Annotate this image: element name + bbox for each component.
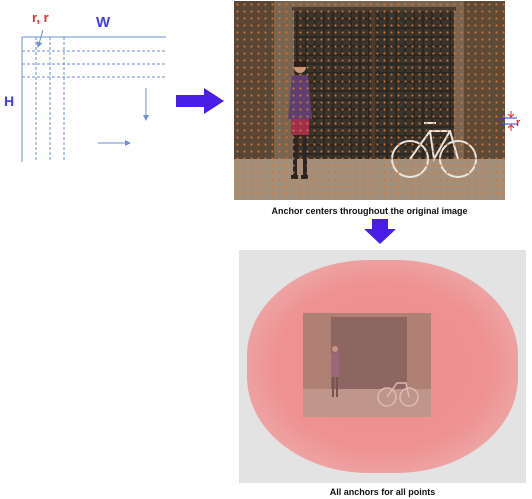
down-arrow-icon (364, 219, 396, 244)
anchors-caption: All anchors for all points (329, 487, 436, 497)
grid-diagram: r, r W H (0, 0, 175, 175)
photo-with-anchor-centers (234, 1, 505, 200)
grid-lines (21, 29, 166, 162)
photo-caption: Anchor centers throughout the original i… (271, 206, 468, 216)
all-anchors-panel (239, 250, 526, 483)
right-arrow-icon (176, 88, 224, 114)
small-photo (303, 313, 431, 417)
r-marker-label: r (516, 117, 521, 129)
street-photo (234, 1, 505, 200)
